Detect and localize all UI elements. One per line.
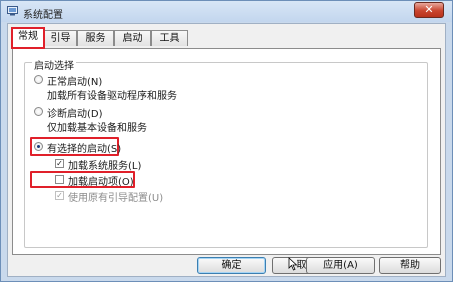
system-config-icon	[7, 6, 18, 16]
tab-general[interactable]: 常规	[11, 27, 45, 49]
apply-button[interactable]: 应用(A)	[306, 257, 375, 274]
load-system-services-label[interactable]: 加载系统服务(L)	[68, 157, 141, 172]
help-button[interactable]: 帮助	[379, 257, 441, 274]
tab-startup[interactable]: 启动	[114, 30, 151, 46]
close-button[interactable]: ✕	[414, 2, 444, 18]
normal-startup-radio[interactable]	[34, 75, 43, 84]
normal-startup-description: 加载所有设备驱动程序和服务	[47, 91, 177, 102]
tab-tools[interactable]: 工具	[151, 30, 188, 46]
use-original-boot-config-label: 使用原有引导配置(U)	[68, 193, 164, 204]
general-tab-panel: 启动选择 正常启动(N) 加载所有设备驱动程序和服务 诊断启动(D) 仅加载基本…	[12, 48, 441, 255]
tab-services[interactable]: 服务	[77, 30, 114, 46]
group-title: 启动选择	[32, 57, 76, 72]
ok-button[interactable]: 确定	[197, 257, 266, 274]
window-title: 系统配置	[23, 10, 63, 21]
normal-startup-label[interactable]: 正常启动(N)	[47, 73, 102, 88]
load-system-services-checkbox[interactable]: ✓	[55, 159, 64, 168]
diagnostic-startup-label[interactable]: 诊断启动(D)	[47, 105, 103, 120]
title-bar[interactable]: 系统配置 ✕	[1, 1, 452, 22]
diagnostic-startup-description: 仅加载基本设备和服务	[47, 123, 147, 134]
use-original-boot-config-checkbox: ✓	[55, 191, 64, 200]
dialog-client-area: 常规 引导 服务 启动 工具 启动选择 正常启动(N) 加载所有设备驱动程序和服…	[7, 23, 446, 277]
tab-boot[interactable]: 引导	[44, 30, 77, 46]
startup-selection-group: 启动选择 正常启动(N) 加载所有设备驱动程序和服务 诊断启动(D) 仅加载基本…	[24, 57, 428, 248]
load-startup-items-checkbox[interactable]	[55, 175, 64, 184]
system-config-window: 系统配置 ✕ 常规 引导 服务 启动 工具 启动选择 正常启动(N) 加载所有设…	[0, 0, 453, 282]
mouse-cursor-icon	[288, 257, 298, 271]
diagnostic-startup-radio[interactable]	[34, 107, 43, 116]
load-startup-items-label[interactable]: 加载启动项(O)	[68, 173, 134, 188]
selective-startup-radio[interactable]	[34, 142, 43, 151]
selective-startup-label[interactable]: 有选择的启动(S)	[47, 140, 121, 155]
